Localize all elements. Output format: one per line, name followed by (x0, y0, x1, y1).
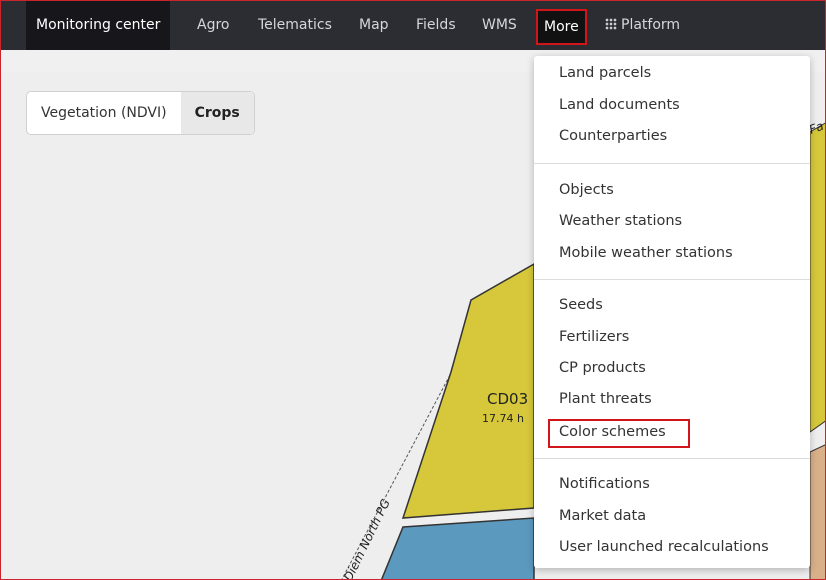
menu-counterparties[interactable]: Counterparties (559, 128, 667, 144)
nav-more[interactable]: More (536, 9, 587, 45)
nav-wms[interactable]: WMS (482, 1, 517, 50)
grid-icon (605, 18, 617, 30)
nav-platform[interactable]: Platform (605, 1, 680, 50)
menu-divider (534, 279, 810, 280)
menu-land-documents[interactable]: Land documents (559, 97, 680, 113)
toggle-crops[interactable]: Crops (180, 92, 254, 134)
app-frame: Monitoring center Agro Telematics Map Fi… (0, 0, 826, 580)
menu-seeds[interactable]: Seeds (559, 297, 603, 313)
field-label: CD03 (487, 390, 528, 408)
field-area: 17.74 h (482, 412, 524, 425)
menu-user-launched-recalculations[interactable]: User launched recalculations (559, 539, 769, 555)
top-navbar: Monitoring center Agro Telematics Map Fi… (1, 1, 825, 50)
nav-monitoring-center[interactable]: Monitoring center (26, 1, 171, 50)
menu-mobile-weather-stations[interactable]: Mobile weather stations (559, 245, 733, 261)
menu-fertilizers[interactable]: Fertilizers (559, 329, 629, 345)
layer-toggle: Vegetation (NDVI) Crops (26, 91, 255, 135)
menu-cp-products[interactable]: CP products (559, 360, 646, 376)
nav-agro[interactable]: Agro (197, 1, 229, 50)
field-right-tan[interactable] (809, 444, 826, 580)
road-label: Diem North PG (341, 497, 393, 580)
menu-notifications[interactable]: Notifications (559, 476, 650, 492)
menu-objects[interactable]: Objects (559, 182, 614, 198)
menu-divider (534, 458, 810, 459)
menu-market-data[interactable]: Market data (559, 508, 646, 524)
menu-weather-stations[interactable]: Weather stations (559, 213, 682, 229)
field-right-yellow[interactable] (809, 122, 826, 433)
menu-land-parcels[interactable]: Land parcels (559, 65, 651, 81)
field-blue[interactable] (381, 517, 535, 580)
nav-map[interactable]: Map (359, 1, 389, 50)
toggle-ndvi[interactable]: Vegetation (NDVI) (27, 92, 181, 134)
nav-fields[interactable]: Fields (416, 1, 456, 50)
more-dropdown-menu: Land parcels Land documents Counterparti… (534, 56, 810, 568)
menu-divider (534, 163, 810, 164)
nav-platform-label: Platform (621, 17, 681, 33)
nav-telematics[interactable]: Telematics (258, 1, 332, 50)
color-schemes-highlight (548, 419, 690, 448)
menu-plant-threats[interactable]: Plant threats (559, 391, 652, 407)
